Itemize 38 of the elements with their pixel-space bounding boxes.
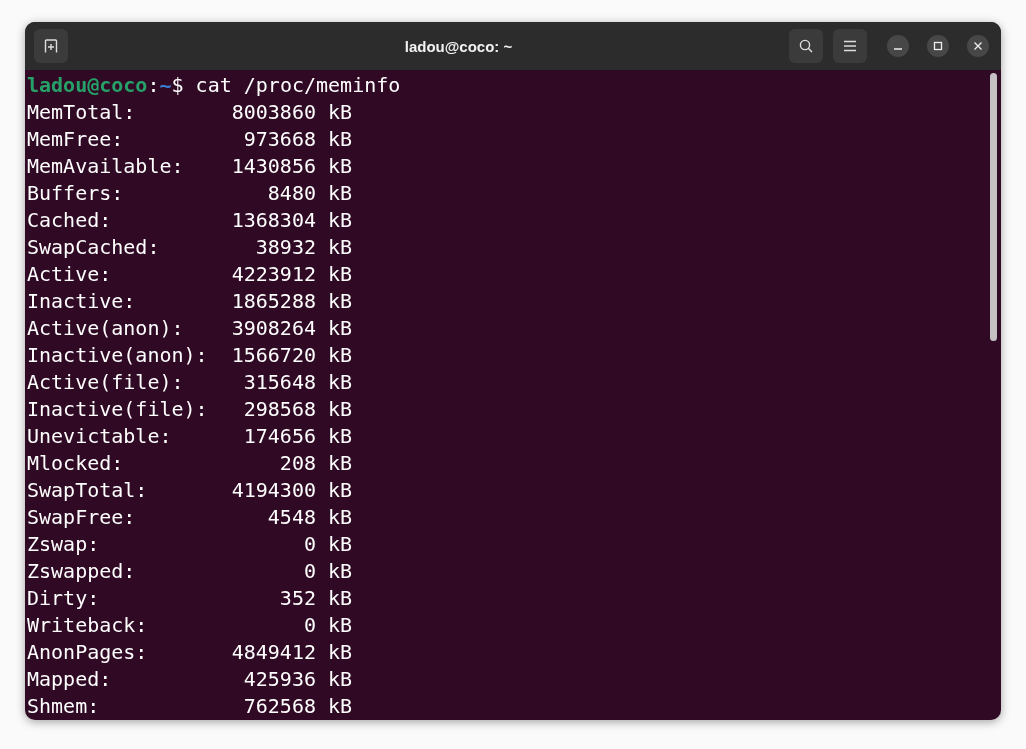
output-line: Cached: 1368304 kB	[27, 207, 353, 234]
output-line: Inactive(anon): 1566720 kB	[27, 342, 353, 369]
output-line: SwapFree: 4548 kB	[27, 504, 353, 531]
window-title: ladou@coco: ~	[403, 37, 514, 55]
output-line: SwapTotal: 4194300 kB	[27, 477, 353, 504]
minimize-button[interactable]	[887, 35, 909, 57]
maximize-icon	[933, 41, 943, 51]
output-line: Mapped: 425936 kB	[27, 666, 353, 693]
output-line: Mlocked: 208 kB	[27, 450, 353, 477]
output-line: Active(anon): 3908264 kB	[27, 315, 353, 342]
close-icon	[973, 41, 983, 51]
output-line: AnonPages: 4849412 kB	[27, 639, 353, 666]
prompt-line: ladou@coco:~$ cat /proc/meminfo	[27, 72, 401, 99]
output-line: MemAvailable: 1430856 kB	[27, 153, 353, 180]
output-line: SwapCached: 38932 kB	[27, 234, 353, 261]
output-line: Active: 4223912 kB	[27, 261, 353, 288]
menu-icon	[843, 40, 857, 52]
output-line: Unevictable: 174656 kB	[27, 423, 353, 450]
output-line: Shmem: 762568 kB	[27, 693, 353, 720]
minimize-icon	[894, 48, 902, 50]
scrollbar-thumb[interactable]	[990, 73, 997, 341]
output-line: Writeback: 0 kB	[27, 612, 353, 639]
search-icon	[798, 38, 814, 54]
output-line: Inactive(file): 298568 kB	[27, 396, 353, 423]
output-line: Buffers: 8480 kB	[27, 180, 353, 207]
output-line: Dirty: 352 kB	[27, 585, 353, 612]
output-line: Inactive: 1865288 kB	[27, 288, 353, 315]
output-line: MemTotal: 8003860 kB	[27, 99, 353, 126]
search-button[interactable]	[789, 29, 823, 63]
output-line: Zswap: 0 kB	[27, 531, 353, 558]
menu-button[interactable]	[833, 29, 867, 63]
plus-box-icon	[43, 38, 59, 54]
output-line: MemFree: 973668 kB	[27, 126, 353, 153]
output-line: Active(file): 315648 kB	[27, 369, 353, 396]
close-button[interactable]	[967, 35, 989, 57]
output-line: Zswapped: 0 kB	[27, 558, 353, 585]
new-tab-button[interactable]	[34, 29, 68, 63]
maximize-button[interactable]	[927, 35, 949, 57]
